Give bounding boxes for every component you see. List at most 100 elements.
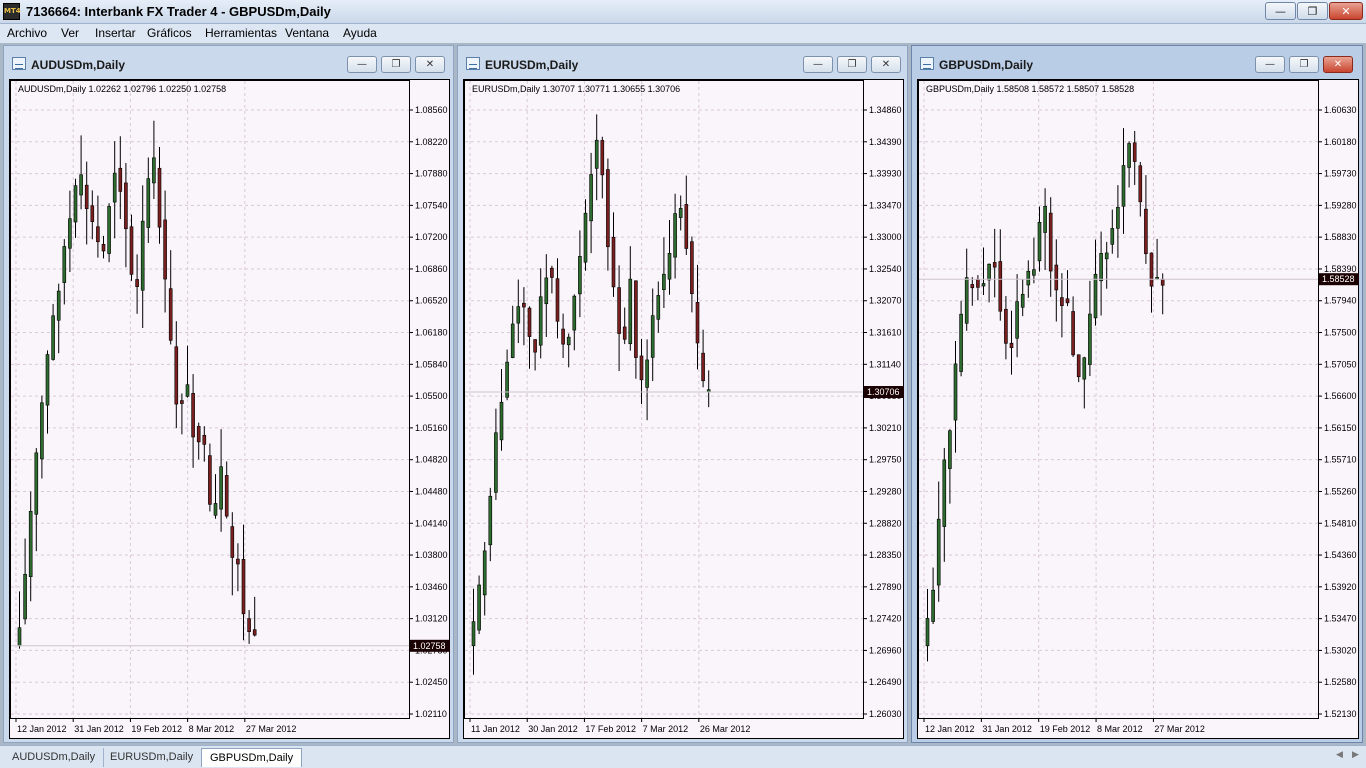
menu-insertar[interactable]: Insertar xyxy=(95,26,136,40)
candle-body xyxy=(510,323,515,358)
candle-body xyxy=(555,278,560,322)
candle-body xyxy=(185,384,190,397)
candle-body xyxy=(684,204,689,249)
price-label: 1.27890 xyxy=(869,582,902,592)
menu-herramientas[interactable]: Herramientas xyxy=(205,26,277,40)
price-chart[interactable]: 1.08560 1.08220 1.07880 1.07540 1.07200 1.068… xyxy=(9,79,450,739)
price-label: 1.59280 xyxy=(1324,200,1357,210)
date-label: 11 Jan 2012 xyxy=(471,724,520,734)
tab-scroll-right-icon[interactable]: ▶ xyxy=(1352,750,1359,760)
menu-ver[interactable]: Ver xyxy=(61,26,79,40)
price-chart[interactable]: 1.60630 1.60180 1.59730 1.59280 1.58830 1.583… xyxy=(917,79,1359,739)
candle-body xyxy=(701,352,705,382)
price-label: 1.30210 xyxy=(869,423,902,433)
date-label: 19 Feb 2012 xyxy=(1040,724,1091,734)
menu-ayuda[interactable]: Ayuda xyxy=(343,26,377,40)
tab-audusd[interactable]: AUDUSDm,Daily xyxy=(4,748,105,767)
price-label: 1.26490 xyxy=(869,677,902,687)
tab-scroll-left-icon[interactable]: ◀ xyxy=(1336,750,1343,760)
chart-window-title: AUDUSDm,Daily xyxy=(31,58,126,72)
candle-body xyxy=(1082,357,1087,380)
chart-maximize-button[interactable]: ❐ xyxy=(1289,56,1319,73)
candle-body xyxy=(1065,298,1070,304)
chart-window-gbpusd[interactable]: GBPUSDm,Daily — ❐ ✕ 1.60630 1.60180 1.5973… xyxy=(911,45,1363,743)
price-label: 1.03120 xyxy=(415,614,448,624)
candle-body xyxy=(224,475,229,517)
candle-body xyxy=(925,618,930,647)
tab-gbpusd[interactable]: GBPUSDm,Daily xyxy=(201,748,303,767)
candle-body xyxy=(124,182,128,230)
candlestick-chart[interactable]: 1.60630 1.60180 1.59730 1.59280 1.58830 1.583… xyxy=(918,80,1360,740)
candle-body xyxy=(208,455,212,505)
price-chart[interactable]: 1.34860 1.34390 1.33930 1.33470 1.33000 1.325… xyxy=(463,79,904,739)
chart-close-button[interactable]: ✕ xyxy=(415,56,445,73)
candle-body xyxy=(931,589,935,622)
candle-body xyxy=(650,315,655,358)
chart-window-eurusd[interactable]: EURUSDm,Daily — ❐ ✕ 1.34860 1.34390 1.3393… xyxy=(457,45,908,743)
date-label: 8 Mar 2012 xyxy=(189,724,235,734)
minimize-button[interactable]: — xyxy=(1265,2,1296,20)
price-label: 1.54810 xyxy=(1324,518,1357,528)
chart-window-header[interactable]: EURUSDm,Daily — ❐ ✕ xyxy=(458,46,907,79)
chart-minimize-button[interactable]: — xyxy=(1255,56,1285,73)
price-label: 1.52130 xyxy=(1324,709,1357,719)
chart-close-button[interactable]: ✕ xyxy=(1323,56,1353,73)
candle-body xyxy=(118,167,123,192)
candle-body xyxy=(622,326,627,340)
candle-body xyxy=(1020,293,1025,308)
chart-window-header[interactable]: AUDUSDm,Daily — ❐ ✕ xyxy=(4,46,453,79)
menu-ventana[interactable]: Ventana xyxy=(285,26,329,40)
candle-body xyxy=(202,434,207,445)
price-label: 1.56600 xyxy=(1324,391,1357,401)
tab-eurusd[interactable]: EURUSDm,Daily xyxy=(102,748,203,767)
price-label: 1.08220 xyxy=(415,137,448,147)
candle-body xyxy=(589,174,593,222)
chart-maximize-button[interactable]: ❐ xyxy=(837,56,867,73)
candle-body xyxy=(673,213,677,258)
price-label: 1.58830 xyxy=(1324,232,1357,242)
date-label: 19 Feb 2012 xyxy=(131,724,182,734)
candle-body xyxy=(1076,354,1081,378)
close-button[interactable]: ✕ xyxy=(1329,2,1363,20)
candle-body xyxy=(168,288,173,341)
candle-body xyxy=(191,393,195,438)
current-price-label: 1.30706 xyxy=(867,387,900,397)
candle-body xyxy=(84,184,89,210)
candlestick-chart[interactable]: 1.34860 1.34390 1.33930 1.33470 1.33000 1.325… xyxy=(464,80,905,740)
maximize-button[interactable]: ❐ xyxy=(1297,2,1328,20)
price-label: 1.57940 xyxy=(1324,296,1357,306)
candle-body xyxy=(1004,308,1008,344)
price-label: 1.02110 xyxy=(415,709,447,719)
price-label: 1.05160 xyxy=(415,423,448,433)
candle-body xyxy=(219,466,223,510)
chart-maximize-button[interactable]: ❐ xyxy=(381,56,411,73)
candle-body xyxy=(34,452,39,515)
chart-window-audusd[interactable]: AUDUSDm,Daily — ❐ ✕ 1.08560 1.08220 1.0788… xyxy=(3,45,454,743)
price-label: 1.53920 xyxy=(1324,582,1357,592)
candle-body xyxy=(628,278,633,345)
candle-body xyxy=(538,296,543,346)
candle-body xyxy=(107,206,111,254)
menu-graficos[interactable]: Gráficos xyxy=(147,26,192,40)
price-label: 1.31610 xyxy=(869,328,902,338)
chart-minimize-button[interactable]: — xyxy=(803,56,833,73)
menu-archivo[interactable]: Archivo xyxy=(7,26,47,40)
date-label: 30 Jan 2012 xyxy=(528,724,578,734)
chart-close-button[interactable]: ✕ xyxy=(871,56,901,73)
candle-body xyxy=(1104,252,1109,260)
candle-body xyxy=(101,244,106,252)
candle-body xyxy=(1009,342,1014,349)
chart-window-header[interactable]: GBPUSDm,Daily — ❐ ✕ xyxy=(912,46,1362,79)
chart-tab-bar: AUDUSDm,Daily EURUSDm,Daily GBPUSDm,Dail… xyxy=(0,745,1366,768)
candle-body xyxy=(79,174,83,196)
plot-frame xyxy=(918,80,1319,719)
price-label: 1.06180 xyxy=(415,328,448,338)
candle-body xyxy=(617,287,621,334)
price-label: 1.07880 xyxy=(415,169,448,179)
candle-body xyxy=(678,208,683,218)
plot-frame xyxy=(464,80,864,719)
candlestick-chart[interactable]: 1.08560 1.08220 1.07880 1.07540 1.07200 1.068… xyxy=(10,80,451,740)
candle-body xyxy=(667,253,672,280)
chart-minimize-button[interactable]: — xyxy=(347,56,377,73)
candle-body xyxy=(1026,270,1031,286)
